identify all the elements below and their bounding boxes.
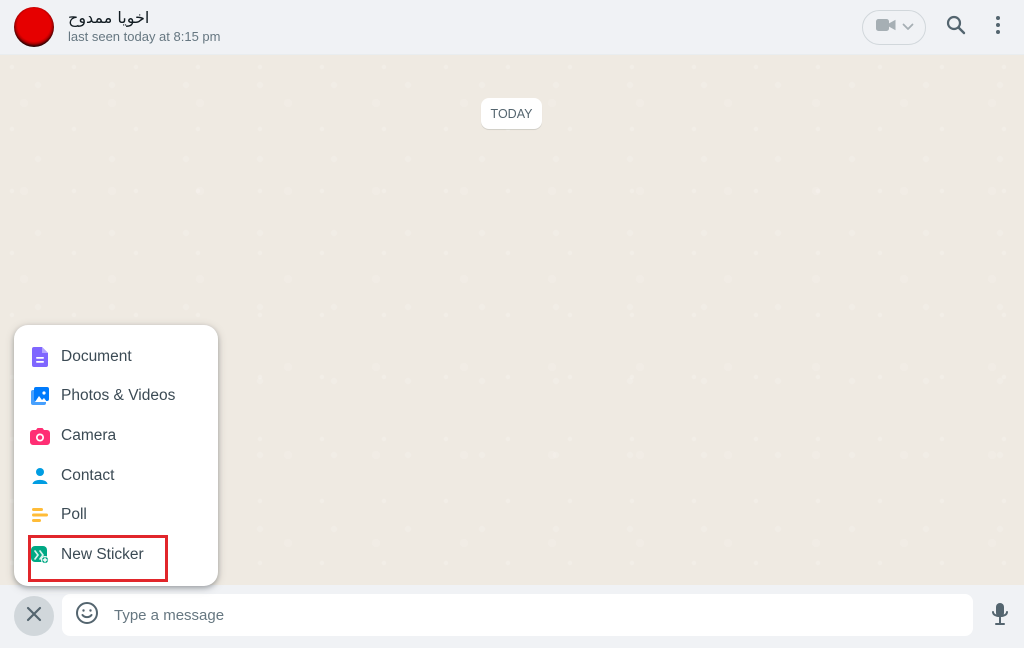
- message-composer-bar: [0, 585, 1024, 648]
- last-seen-status: last seen today at 8:15 pm: [68, 29, 221, 44]
- menu-item-document[interactable]: Document: [14, 337, 218, 377]
- chat-menu-button[interactable]: [986, 15, 1010, 39]
- chat-header: اخويا ممدوح last seen today at 8:15 pm: [0, 0, 1024, 55]
- document-icon: [30, 346, 50, 367]
- search-icon: [946, 15, 966, 40]
- poll-icon: [30, 505, 50, 525]
- menu-item-camera[interactable]: Camera: [14, 416, 218, 456]
- contact-name: اخويا ممدوح: [68, 8, 150, 27]
- menu-item-label: New Sticker: [61, 545, 144, 563]
- contact-icon: [30, 466, 50, 486]
- emoji-button[interactable]: [74, 601, 100, 630]
- header-actions: [862, 9, 1010, 45]
- vertical-dots-icon: [995, 15, 1001, 40]
- video-camera-icon: [875, 17, 897, 38]
- close-icon: [25, 605, 43, 628]
- new-sticker-icon: [30, 545, 50, 565]
- video-call-button[interactable]: [862, 9, 926, 45]
- menu-item-contact[interactable]: Contact: [14, 456, 218, 496]
- menu-item-new-sticker[interactable]: New Sticker: [14, 535, 218, 575]
- menu-item-photos-videos[interactable]: Photos & Videos: [14, 377, 218, 417]
- message-input-box[interactable]: [62, 594, 973, 636]
- menu-item-label: Photos & Videos: [61, 387, 176, 405]
- date-divider: TODAY: [481, 98, 542, 129]
- microphone-icon: [991, 602, 1009, 631]
- menu-item-poll[interactable]: Poll: [14, 495, 218, 535]
- contact-info[interactable]: اخويا ممدوح last seen today at 8:15 pm: [68, 8, 220, 46]
- attachment-menu: Document Photos & Videos Camera Contact …: [14, 325, 218, 586]
- search-button[interactable]: [944, 15, 968, 39]
- emoji-icon: [75, 601, 99, 630]
- voice-message-button[interactable]: [989, 602, 1011, 631]
- menu-item-label: Poll: [61, 506, 87, 524]
- menu-item-label: Contact: [61, 466, 115, 484]
- message-input[interactable]: [112, 600, 932, 630]
- contact-avatar[interactable]: [14, 7, 54, 47]
- camera-icon: [30, 426, 50, 446]
- menu-item-label: Document: [61, 347, 132, 365]
- photos-videos-icon: [30, 386, 50, 406]
- whatsapp-chat-window: اخويا ممدوح last seen today at 8:15 pm T…: [0, 0, 1024, 648]
- close-attachment-menu-button[interactable]: [14, 596, 54, 636]
- menu-item-label: Camera: [61, 426, 117, 444]
- chevron-down-icon: [902, 18, 914, 36]
